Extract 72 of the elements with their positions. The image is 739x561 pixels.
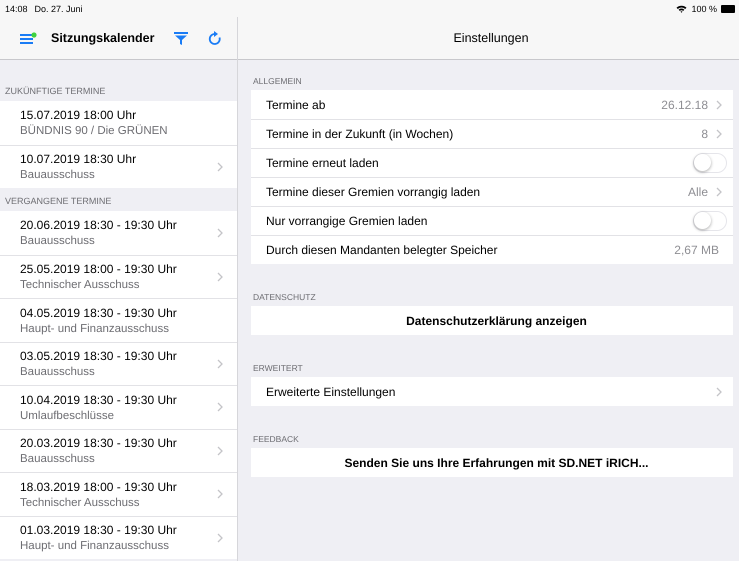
settings-row[interactable]: Termine dieser Gremien vorrangig laden Alle xyxy=(251,177,733,206)
toggle-switch[interactable] xyxy=(693,153,727,173)
status-date: Do. 27. Juni xyxy=(34,4,83,14)
setting-label: Nur vorrangige Gremien laden xyxy=(266,214,428,228)
appointment-date: 15.07.2019 18:00 Uhr xyxy=(20,108,138,122)
appointment-item[interactable]: 10.04.2019 18:30 - 19:30 Uhr Umlaufbeschlüsse xyxy=(0,385,237,428)
sidebar-title: Sitzungskalender xyxy=(51,31,154,45)
setting-value: 2,67 MB xyxy=(674,243,719,257)
action-button[interactable]: Datenschutzerklärung anzeigen xyxy=(251,306,733,335)
appointment-date: 03.05.2019 18:30 - 19:30 Uhr xyxy=(20,349,178,364)
appointment-committee: Bauausschuss xyxy=(20,453,96,466)
setting-label: Termine dieser Gremien vorrangig laden xyxy=(266,185,482,199)
settings-row[interactable]: Nur vorrangige Gremien laden xyxy=(251,206,733,235)
chevron-icon xyxy=(716,187,722,197)
refresh-icon[interactable] xyxy=(208,30,222,46)
section-header: FEEDBACK xyxy=(252,433,300,446)
action-button[interactable]: Senden Sie uns Ihre Erfahrungen mit SD.NET iRICH... xyxy=(251,448,733,477)
appointment-item[interactable]: 20.03.2019 18:30 - 19:30 Uhr Bauausschuss xyxy=(0,428,237,472)
settings-row[interactable]: Durch diesen Mandanten belegter Speicher 2,67 MB xyxy=(251,235,733,264)
settings-row[interactable]: Erweiterte Einstellungen xyxy=(251,377,733,406)
setting-value: Alle xyxy=(688,185,708,199)
section-header: ZUKÜNFTIGE TERMINE xyxy=(4,85,106,98)
appointment-item[interactable]: 10.07.2019 18:30 Uhr Bauausschuss xyxy=(0,144,237,188)
section-header: DATENSCHUTZ xyxy=(252,291,317,304)
setting-value: 26.12.18 xyxy=(661,98,708,112)
settings-row[interactable]: Termine in der Zukunft (in Wochen) 8 xyxy=(251,119,733,148)
settings-row[interactable]: Termine ab 26.12.18 xyxy=(251,90,733,119)
appointment-date: 20.03.2019 18:30 - 19:30 Uhr xyxy=(20,436,178,450)
battery-icon xyxy=(721,4,735,12)
setting-label: Termine in der Zukunft (in Wochen) xyxy=(266,127,454,141)
appointment-committee: BÜNDNIS 90 / Die GRÜNEN xyxy=(20,125,169,138)
wifi-icon xyxy=(676,4,688,12)
appointment-item[interactable]: 25.05.2019 18:00 - 19:30 Uhr Technischer Ausschuss xyxy=(0,254,237,298)
appointment-date: 01.03.2019 18:30 - 19:30 Uhr xyxy=(20,523,178,538)
setting-label: Erweiterte Einstellungen xyxy=(266,384,396,398)
appointment-date: 18.03.2019 18:00 - 19:30 Uhr xyxy=(20,480,178,494)
appointment-item[interactable]: 04.05.2019 18:30 - 19:30 Uhr Haupt- und Finanzausschuss xyxy=(0,298,237,342)
menu-icon[interactable] xyxy=(20,32,37,44)
settings-title: Einstellungen xyxy=(453,31,529,45)
section-header: VERGANGENE TERMINE xyxy=(4,195,112,208)
chevron-icon xyxy=(716,386,722,396)
appointment-date: 10.04.2019 18:30 - 19:30 Uhr xyxy=(20,392,178,407)
appointment-item[interactable]: 15.07.2019 18:00 Uhr BÜNDNIS 90 / Die GRÜNEN xyxy=(0,101,237,144)
appointment-committee: Bauausschuss xyxy=(20,366,96,378)
appointment-committee: Bauausschuss xyxy=(20,235,96,248)
filter-icon[interactable] xyxy=(174,32,188,44)
appointment-committee: Technischer Ausschuss xyxy=(20,496,141,509)
battery-percent: 100 % xyxy=(691,4,717,14)
appointment-item[interactable]: 20.06.2019 18:30 - 19:30 Uhr Bauausschuss xyxy=(0,211,237,254)
chevron-icon xyxy=(716,100,722,110)
appointment-committee: Umlaufbeschlüsse xyxy=(20,410,115,422)
setting-label: Termine erneut laden xyxy=(266,156,380,170)
appointment-item[interactable]: 18.03.2019 18:00 - 19:30 Uhr Technischer Ausschuss xyxy=(0,472,237,516)
appointment-date: 20.06.2019 18:30 - 19:30 Uhr xyxy=(20,218,178,232)
appointment-date: 25.05.2019 18:00 - 19:30 Uhr xyxy=(20,262,178,276)
setting-value: 8 xyxy=(701,127,708,141)
appointment-committee: Haupt- und Finanzausschuss xyxy=(20,322,170,335)
toggle-switch[interactable] xyxy=(693,211,727,231)
appointment-item[interactable]: 03.05.2019 18:30 - 19:30 Uhr Bauausschuss xyxy=(0,342,237,385)
setting-label: Durch diesen Mandanten belegter Speicher xyxy=(266,243,498,257)
appointment-committee: Haupt- und Finanzausschuss xyxy=(20,540,170,552)
appointment-date: 04.05.2019 18:30 - 19:30 Uhr xyxy=(20,306,178,320)
status-time: 14:08 xyxy=(5,4,28,14)
appointment-committee: Bauausschuss xyxy=(20,169,96,182)
section-header: ERWEITERT xyxy=(252,362,304,375)
settings-row[interactable]: Termine erneut laden xyxy=(251,148,733,177)
appointment-date: 10.07.2019 18:30 Uhr xyxy=(20,152,138,166)
setting-label: Termine ab xyxy=(266,98,326,112)
appointment-committee: Technischer Ausschuss xyxy=(20,279,141,292)
appointment-item[interactable]: 01.03.2019 18:30 - 19:30 Uhr Haupt- und Finanzausschuss xyxy=(0,516,237,559)
section-header: ALLGEMEIN xyxy=(252,75,303,88)
chevron-icon xyxy=(716,129,722,139)
